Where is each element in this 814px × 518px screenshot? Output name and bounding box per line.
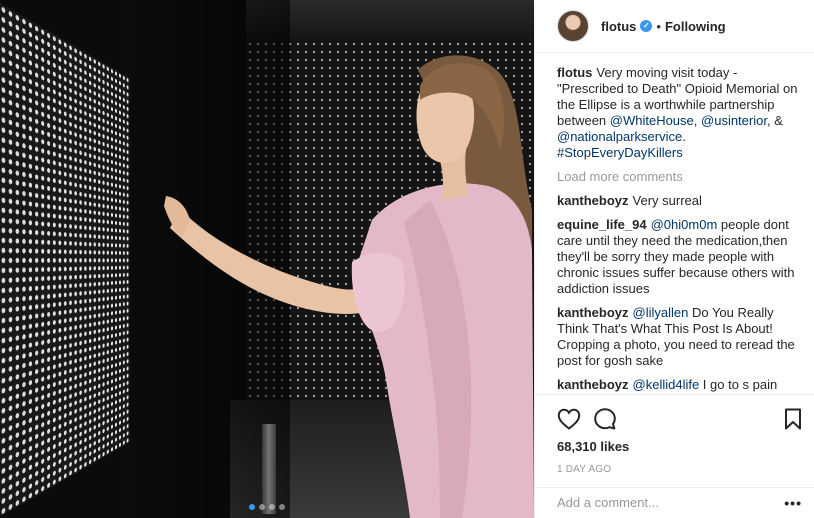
following-button[interactable]: Following: [665, 19, 726, 34]
carousel-dot-2[interactable]: [259, 504, 265, 510]
add-comment-bar: •••: [535, 487, 814, 518]
caption: flotus Very moving visit today - "Prescri…: [557, 65, 798, 161]
post-photo[interactable]: [0, 0, 534, 518]
comment-item: kantheboyz @lilyallen Do You Really Think…: [557, 305, 798, 369]
comment-item: kantheboyz@kellid4life I go to s pain ma…: [557, 377, 798, 394]
bookmark-icon: [784, 408, 802, 430]
carousel-dot-1[interactable]: [249, 504, 255, 510]
comment-mention[interactable]: @0hi0m0m: [651, 217, 718, 232]
load-more-comments-button[interactable]: Load more comments: [557, 169, 798, 185]
comment-username[interactable]: kantheboyz: [557, 305, 629, 320]
comment-mention[interactable]: @kellid4life: [633, 377, 700, 392]
carousel-dot-3[interactable]: [269, 504, 275, 510]
comment-username[interactable]: kantheboyz: [557, 377, 629, 392]
carousel-dot-4[interactable]: [279, 504, 285, 510]
mention-nationalparkservice[interactable]: @nationalparkservice: [557, 129, 682, 144]
photo-woman-figure: [0, 0, 534, 518]
caption-text-4: .: [682, 129, 686, 144]
carousel-indicator: [0, 504, 534, 510]
like-button[interactable]: [557, 404, 593, 434]
comment-text: Very surreal: [633, 193, 702, 208]
caption-username[interactable]: flotus: [557, 65, 592, 80]
avatar[interactable]: [557, 10, 589, 42]
comment-bubble-icon: [593, 407, 617, 431]
action-icon-row: [557, 401, 802, 437]
post-side-panel: flotus ✓ • Following flotus Very moving v…: [534, 0, 814, 518]
post-actions: 68,310 likes 1 DAY AGO: [535, 394, 814, 487]
verified-badge-icon: ✓: [640, 20, 652, 32]
likes-count[interactable]: 68,310 likes: [557, 439, 802, 454]
comment-item: kantheboyz Very surreal: [557, 193, 798, 209]
caption-text-2: ,: [694, 113, 701, 128]
more-options-button[interactable]: •••: [784, 495, 802, 511]
comment-username[interactable]: equine_life_94: [557, 217, 647, 232]
instagram-post: flotus ✓ • Following flotus Very moving v…: [0, 0, 814, 518]
comment-item: equine_life_94 @0hi0m0m people dont care …: [557, 217, 798, 297]
comment-button[interactable]: [593, 404, 629, 434]
post-header: flotus ✓ • Following: [535, 0, 814, 53]
comment-list: kantheboyz Very surreal equine_life_94 @0h…: [557, 193, 798, 394]
comment-username[interactable]: kantheboyz: [557, 193, 629, 208]
mention-usinterior[interactable]: @usinterior: [701, 113, 767, 128]
hashtag-link[interactable]: #StopEveryDayKillers: [557, 145, 683, 160]
post-timestamp[interactable]: 1 DAY AGO: [557, 464, 802, 475]
comments-section[interactable]: flotus Very moving visit today - "Prescri…: [535, 53, 814, 394]
save-button[interactable]: [766, 404, 802, 434]
add-comment-input[interactable]: [557, 495, 784, 510]
post-author-username[interactable]: flotus: [601, 19, 636, 34]
heart-icon: [557, 408, 581, 430]
mention-whitehouse[interactable]: @WhiteHouse: [610, 113, 694, 128]
header-separator: •: [656, 19, 661, 34]
caption-text-3: , &: [767, 113, 783, 128]
comment-mention[interactable]: @lilyallen: [633, 305, 689, 320]
